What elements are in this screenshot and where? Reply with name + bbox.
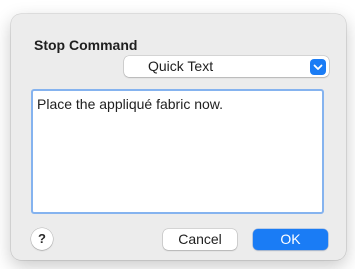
help-icon: ? [38,231,46,246]
message-text-area[interactable]: Place the appliqué fabric now. [31,89,324,214]
stop-command-dialog: Stop Command Quick Text Place the appliq… [11,14,346,260]
dialog-title: Stop Command [34,37,138,53]
message-text: Place the appliqué fabric now. [37,96,224,112]
mode-select[interactable]: Quick Text [124,56,329,77]
ok-button[interactable]: OK [253,229,328,250]
help-button[interactable]: ? [31,228,53,250]
mode-select-value: Quick Text [148,58,214,74]
chevron-updown-icon [310,59,326,75]
cancel-button[interactable]: Cancel [163,229,237,250]
